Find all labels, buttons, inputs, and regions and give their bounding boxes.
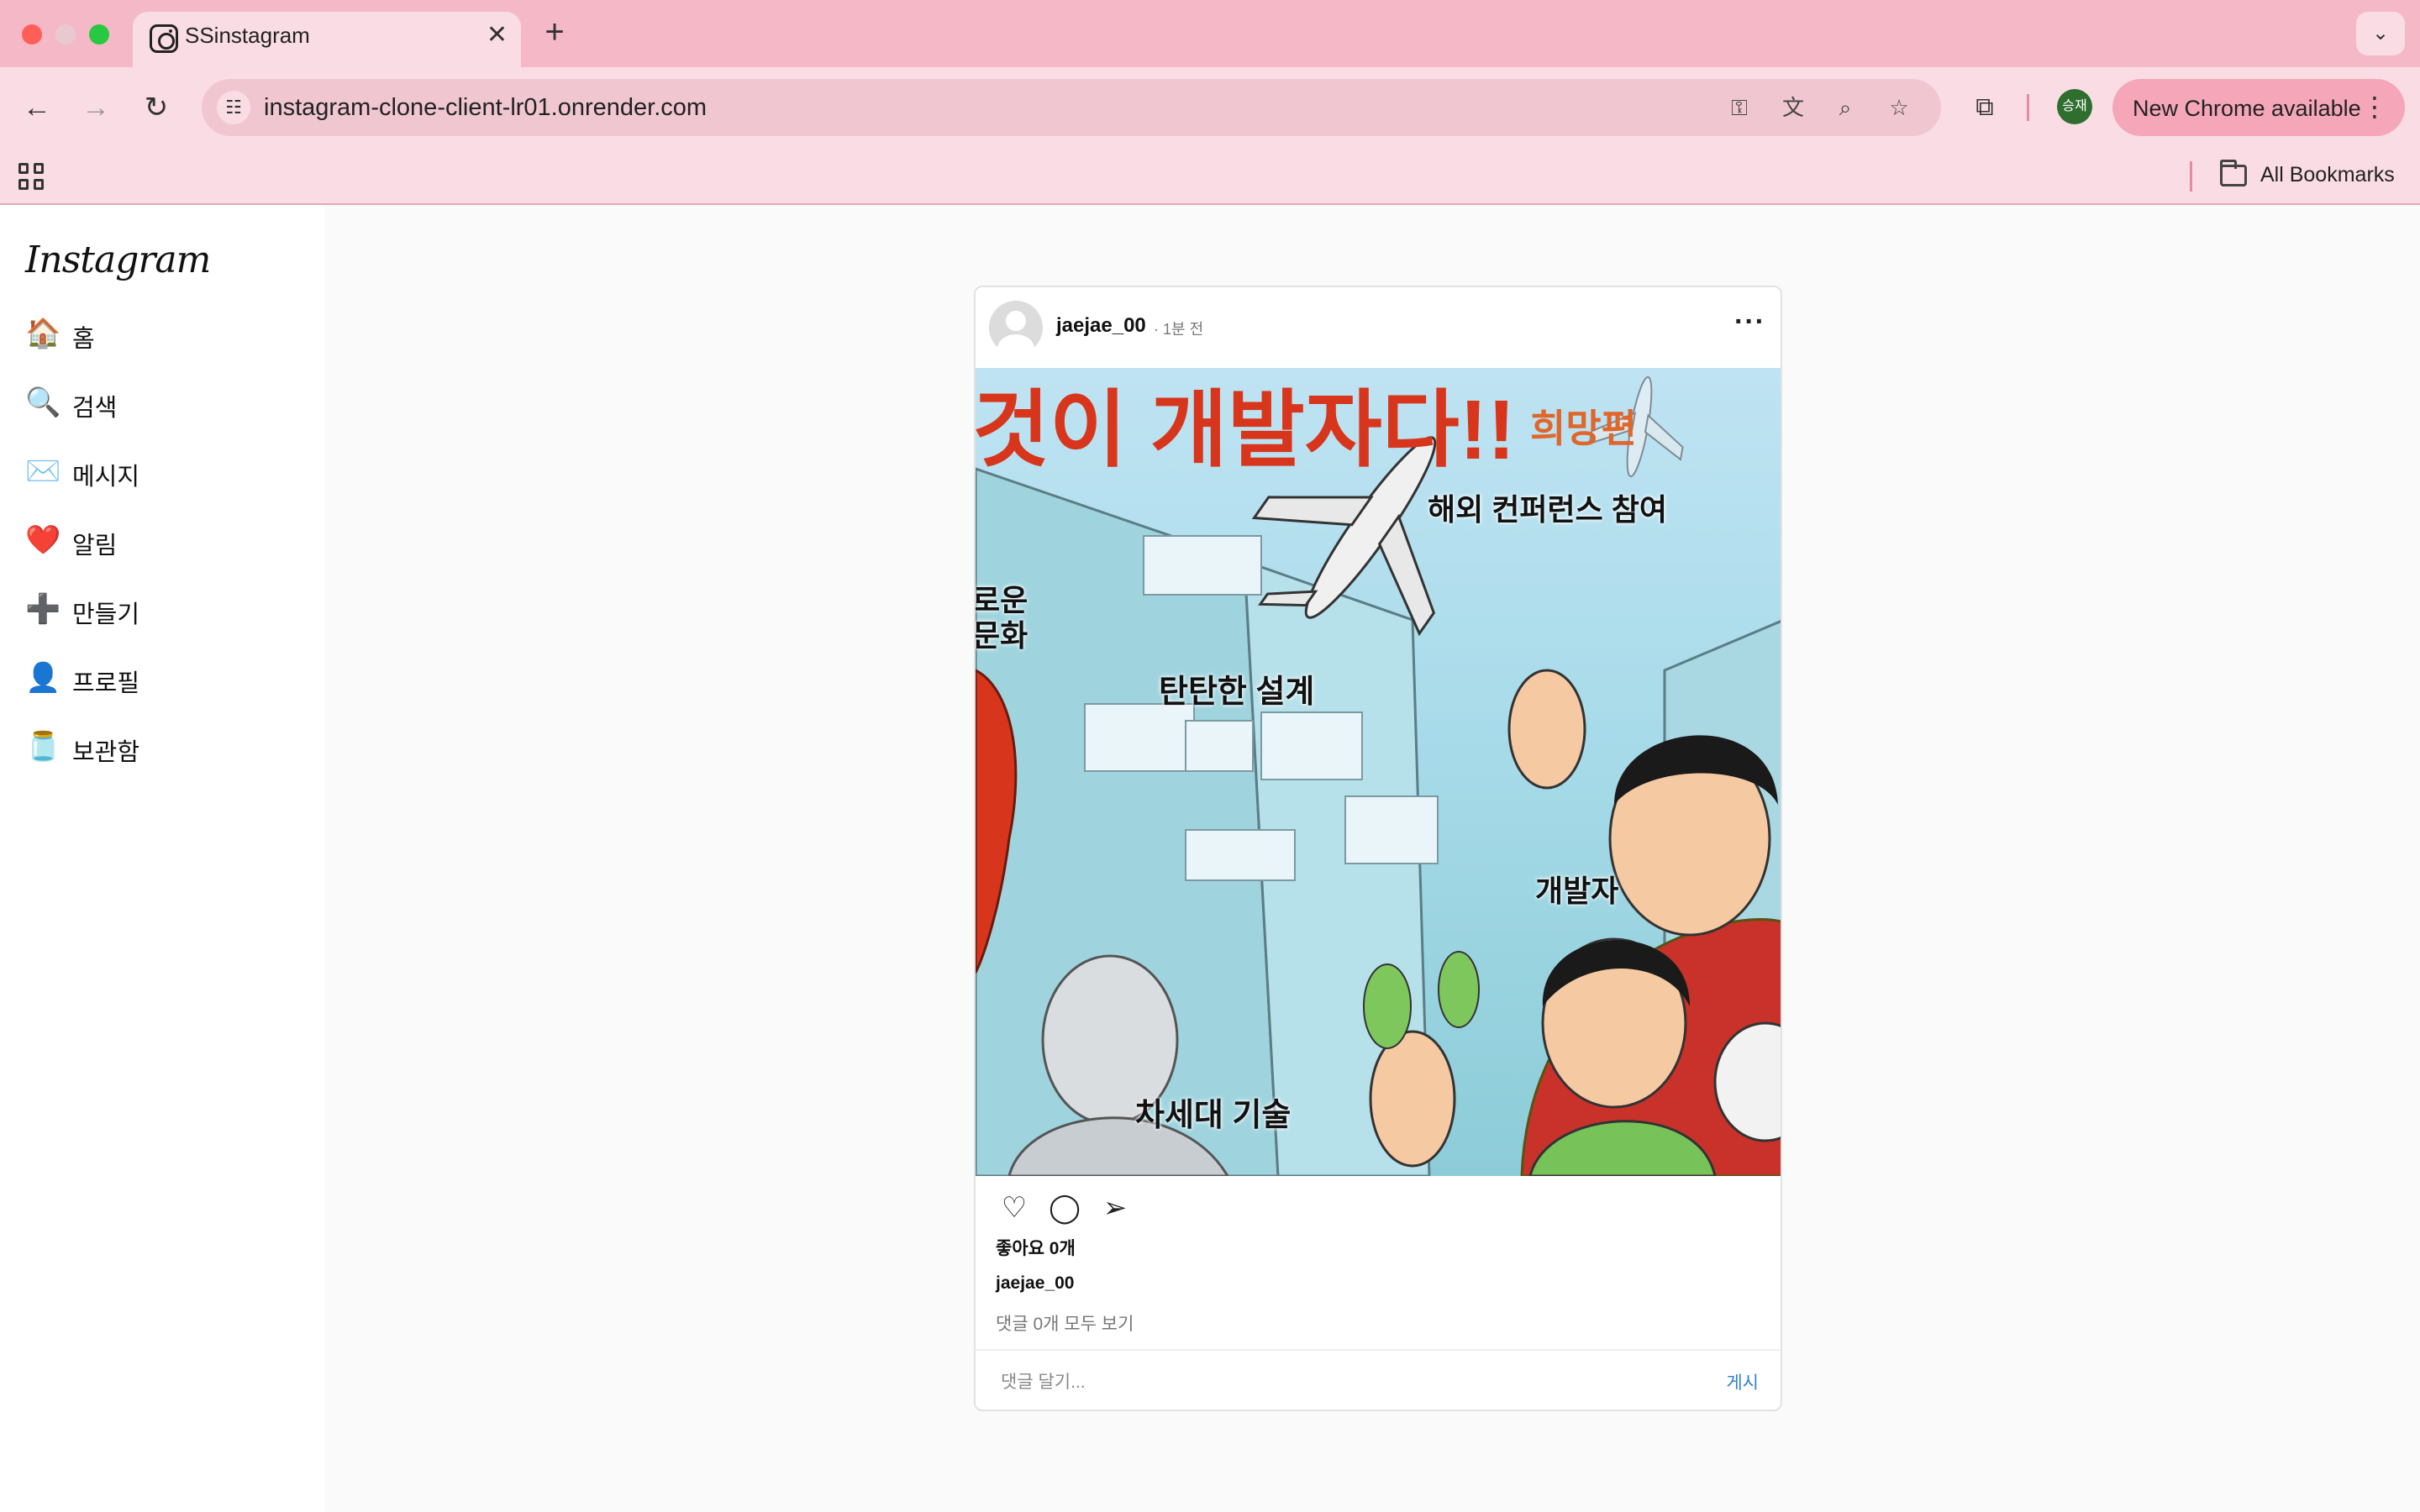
tab-title: SSinstagram (185, 23, 310, 48)
post-card: jaejae_00 · 1분 전 ··· 것이 개발자다!! 희망편 해외 컨퍼… (974, 286, 1782, 1411)
user-icon: 👤 (25, 662, 61, 694)
comment-bubble-icon[interactable]: ◯ (1046, 1189, 1083, 1226)
kebab-menu-icon[interactable]: ⋮ (2361, 91, 2388, 123)
sidebar-item-label: 만들기 (72, 601, 140, 628)
browser-tab[interactable]: SSinstagram ✕ (133, 12, 521, 67)
reload-icon[interactable]: ↻ (134, 86, 178, 129)
instagram-favicon-icon (150, 24, 178, 53)
envelope-icon: ✉️ (25, 455, 61, 487)
bookmarks-divider (2190, 161, 2192, 192)
bookmark-star-icon[interactable]: ☆ (1884, 92, 1914, 123)
back-arrow-icon[interactable]: ← (15, 86, 59, 129)
folder-icon[interactable] (2220, 160, 2247, 186)
sidebar-item-label: 보관함 (72, 739, 140, 766)
post-image[interactable]: 것이 개발자다!! 희망편 해외 컨퍼런스 참여 로운 문화 탄탄한 설계 개발… (976, 368, 1781, 1176)
close-window-button[interactable] (22, 24, 42, 45)
sidebar-item-home[interactable]: 🏠 홈 (25, 309, 294, 356)
avatar[interactable] (989, 301, 1043, 354)
sidebar-item-archive[interactable]: 🫙 보관함 (25, 722, 294, 769)
image-label-developer: 개발자 (1535, 874, 1619, 908)
caption-username[interactable]: jaejae_00 (996, 1273, 1074, 1294)
image-label-culture-2: 문화 (976, 618, 1028, 653)
password-key-icon[interactable]: ⚿ (1724, 92, 1754, 123)
post-timestamp: · 1분 전 (1154, 321, 1204, 338)
image-label-conference: 해외 컨퍼런스 참여 (1428, 492, 1667, 527)
tab-search-button[interactable]: ⌄ (2356, 12, 2405, 55)
image-headline: 것이 개발자다!! (976, 383, 1516, 477)
likes-count: 좋아요 0개 (996, 1239, 1076, 1258)
post-header: jaejae_00 · 1분 전 ··· (976, 287, 1781, 368)
more-options-icon[interactable]: ··· (1734, 306, 1765, 339)
tab-close-icon[interactable]: ✕ (487, 20, 508, 50)
view-all-comments-link[interactable]: 댓글 0개 모두 보기 (996, 1310, 1134, 1336)
sidebar-item-messages[interactable]: ✉️ 메시지 (25, 447, 294, 494)
image-label-design: 탄탄한 설계 (1159, 675, 1315, 710)
sidebar-item-notifications[interactable]: ❤️ 알림 (25, 516, 294, 563)
new-tab-button[interactable]: + (538, 12, 571, 52)
update-label: New Chrome available (2133, 96, 2361, 121)
maximize-window-button[interactable] (89, 24, 109, 45)
like-heart-icon[interactable]: ♡ (996, 1189, 1033, 1226)
url-text[interactable]: instagram-clone-client-lr01.onrender.com (264, 94, 707, 122)
browser-chrome: SSinstagram ✕ + ⌄ ← → ↻ ☷ instagram-clon… (0, 0, 2420, 205)
forward-arrow-icon[interactable]: → (74, 86, 118, 129)
sidebar-item-label: 홈 (72, 326, 95, 353)
comment-bar: 게시 (976, 1349, 1781, 1410)
share-send-icon[interactable]: ➢ (1097, 1189, 1134, 1226)
bookmarks-bar: All Bookmarks (0, 148, 2420, 205)
toolbar-divider (2027, 94, 2029, 121)
sidebar-item-label: 검색 (72, 395, 118, 422)
sidebar-item-profile[interactable]: 👤 프로필 (25, 654, 294, 701)
search-icon: 🔍 (25, 386, 61, 418)
all-bookmarks-link[interactable]: All Bookmarks (2260, 163, 2395, 187)
sidebar-item-search[interactable]: 🔍 검색 (25, 378, 294, 425)
extensions-puzzle-icon[interactable]: ⧉ (1965, 87, 2005, 128)
site-info-icon[interactable]: ☷ (217, 91, 250, 124)
post-username[interactable]: jaejae_00 (1056, 314, 1146, 338)
profile-avatar[interactable]: 승재 (2057, 89, 2092, 124)
sidebar-item-label: 메시지 (72, 464, 140, 491)
home-icon: 🏠 (25, 318, 61, 349)
minimize-window-button[interactable] (55, 24, 76, 45)
plus-icon: ➕ (25, 593, 61, 625)
sidebar-item-label: 프로필 (72, 670, 140, 697)
apps-grid-icon[interactable] (18, 163, 45, 190)
image-headline-sub: 희망편 (1530, 407, 1637, 450)
sidebar-item-label: 알림 (72, 533, 118, 559)
instagram-logo[interactable]: Instagram (25, 239, 211, 281)
post-actions: ♡ ◯ ➢ (976, 1176, 1781, 1240)
post-comment-button[interactable]: 게시 (1726, 1369, 1759, 1394)
translate-icon[interactable]: 文 (1778, 92, 1808, 123)
jar-icon: 🫙 (25, 731, 61, 763)
address-bar[interactable]: ☷ instagram-clone-client-lr01.onrender.c… (202, 79, 1941, 136)
heart-icon: ❤️ (25, 524, 61, 556)
tab-bar: SSinstagram ✕ + ⌄ (0, 0, 2420, 67)
sidebar-item-create[interactable]: ➕ 만들기 (25, 585, 294, 632)
zoom-icon[interactable]: ⌕ (1830, 92, 1860, 123)
chrome-update-button[interactable]: New Chrome available ⋮ (2112, 79, 2405, 136)
browser-toolbar: ← → ↻ ☷ instagram-clone-client-lr01.onre… (0, 67, 2420, 148)
sidebar: Instagram 🏠 홈 🔍 검색 ✉️ 메시지 ❤️ 알림 ➕ 만들기 👤 … (0, 205, 324, 1512)
comment-input[interactable] (1001, 1366, 1673, 1399)
image-label-next-tech: 차세대 기술 (1135, 1098, 1292, 1133)
